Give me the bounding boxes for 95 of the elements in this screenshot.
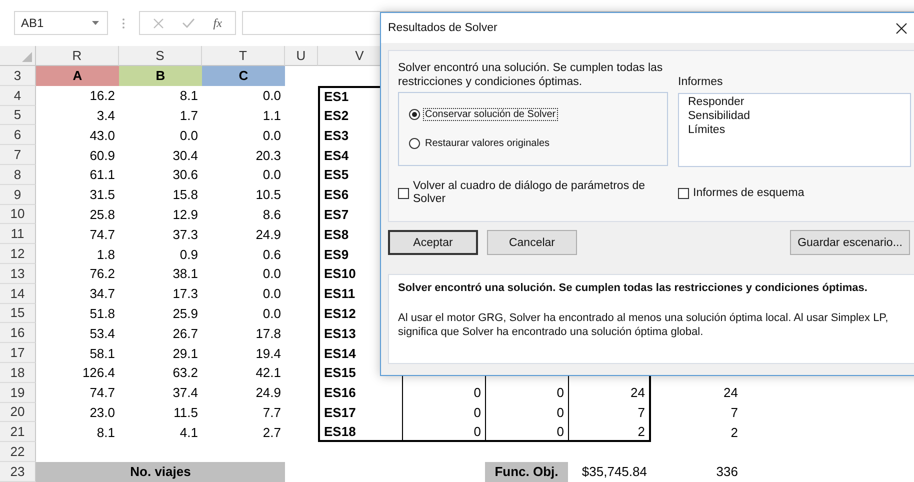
cell-text: 53.4 [90, 326, 115, 341]
cell-text: 16.2 [90, 88, 115, 104]
cell-text: 11.5 [174, 404, 198, 420]
cell-text: 31.5 [90, 187, 115, 202]
cell-text: 15.8 [172, 187, 198, 202]
table-cell: Func. Obj. [485, 462, 568, 482]
result-heading: Solver encontró una solución. Se cumplen todas las restricciones y condiciones óptimas. [398, 282, 868, 294]
cell-text: 0 [474, 404, 481, 420]
cell-text: $35,745.84 [582, 464, 647, 480]
cell-text: 1.7 [180, 108, 198, 123]
cell-text: 7 [638, 404, 645, 420]
cell-text: 0.0 [262, 306, 281, 321]
cell-text: 0 [556, 424, 564, 439]
cell-text: ES11 [324, 286, 356, 302]
cell-text: ES12 [324, 306, 356, 321]
cell-text: 12.9 [172, 206, 198, 222]
cell-text: 8.6 [262, 206, 281, 222]
cell-text: 30.4 [172, 148, 198, 163]
cell-text: ES5 [324, 167, 349, 182]
cell-text: 60.9 [90, 148, 115, 163]
cell-text: ES18 [324, 424, 356, 439]
cell-text: 24 [724, 385, 738, 400]
cell-text: 0.0 [262, 286, 281, 302]
cell-text: 74.7 [90, 226, 115, 242]
cell-text: 1.8 [96, 246, 115, 262]
cell-text: 0.0 [262, 167, 281, 182]
cell-text: 30.6 [172, 167, 198, 182]
cell-text: 63.2 [172, 365, 198, 380]
cell-text: ES4 [324, 148, 349, 163]
cell-text: 0 [556, 385, 564, 400]
table-cell: No. viajes [36, 462, 285, 482]
cell-text: 23.0 [90, 404, 115, 420]
cell-text: 3.4 [96, 108, 115, 123]
cell-text: 17.8 [256, 326, 281, 341]
cell-text: 34.7 [90, 286, 115, 302]
cell-text: ES2 [324, 108, 349, 123]
cell-text: 0.0 [262, 266, 281, 282]
cell-text: 24 [630, 385, 645, 400]
result-description: Al usar el motor GRG, Solver ha encontrado al menos una solución óptima local. Al usar Simplex LP, significa que Solver ha encontrado una solución óptima global. [398, 312, 890, 339]
cell-text: ES7 [324, 206, 349, 222]
cell-text: 43.0 [90, 128, 115, 143]
cell-text: 17.3 [172, 286, 198, 302]
reports-label: Informes [678, 76, 724, 90]
cell-text: 2 [730, 424, 738, 440]
cell-text: 24.9 [256, 385, 281, 400]
cell-text: ES8 [324, 226, 349, 242]
cell-text: 1.1 [262, 108, 281, 123]
cell-text: ES15 [324, 365, 356, 380]
cell-text: 42.1 [256, 365, 281, 380]
cell-text: 8.1 [96, 424, 115, 440]
cell-text: ES1 [324, 89, 349, 104]
cell-text: 2.7 [262, 424, 281, 440]
cell-text: ES10 [324, 266, 356, 282]
cell-text: 0.0 [262, 88, 281, 104]
table-cell: A [36, 66, 119, 86]
cell-text: 0 [474, 424, 481, 439]
cell-text: ES17 [324, 404, 356, 420]
cell-text: ES13 [324, 326, 356, 341]
cell-text: 8.1 [180, 88, 198, 104]
cell-text: 58.1 [90, 346, 115, 361]
cell-text: 25.9 [172, 306, 198, 321]
cell-text: ES6 [324, 187, 349, 202]
cell-text: 19.4 [256, 346, 281, 361]
cell-text: 26.7 [172, 326, 198, 341]
cell-text: 0.0 [180, 128, 198, 143]
cell-text: 7 [730, 404, 738, 420]
cell-text: 51.8 [90, 306, 115, 321]
cell-text: 0 [556, 404, 564, 420]
cell-text: 0.9 [180, 246, 198, 262]
cell-text: ES14 [324, 346, 356, 361]
cell-text: 20.3 [256, 148, 281, 163]
cell-text: 37.4 [172, 385, 198, 400]
cell-text: 74.7 [90, 385, 115, 400]
cell-text: 37.3 [172, 226, 198, 242]
cell-text: 29.1 [172, 346, 198, 361]
cell-text: 10.5 [256, 187, 281, 202]
cell-text: 24.9 [256, 226, 281, 242]
table-cell: B [119, 66, 202, 86]
cell-text: 7.7 [262, 404, 281, 420]
cell-text: 126.4 [82, 365, 115, 380]
cell-text: 336 [716, 464, 738, 480]
cell-text: 0.6 [262, 246, 281, 262]
cell-text: ES16 [324, 385, 356, 400]
cell-text: 2 [638, 424, 645, 439]
cell-text: 0 [474, 385, 481, 400]
cell-text: 61.1 [90, 167, 115, 182]
cell-text: ES3 [324, 128, 349, 143]
cell-text: 38.1 [172, 266, 198, 282]
cell-text: 0.0 [262, 128, 281, 143]
cell-text: 4.1 [180, 424, 198, 440]
table-cell: C [202, 66, 285, 86]
cell-text: 25.8 [90, 206, 115, 222]
cell-text: ES9 [324, 246, 349, 262]
cell-text: 76.2 [90, 266, 115, 282]
window-title: Resultados de Solver [388, 22, 498, 34]
